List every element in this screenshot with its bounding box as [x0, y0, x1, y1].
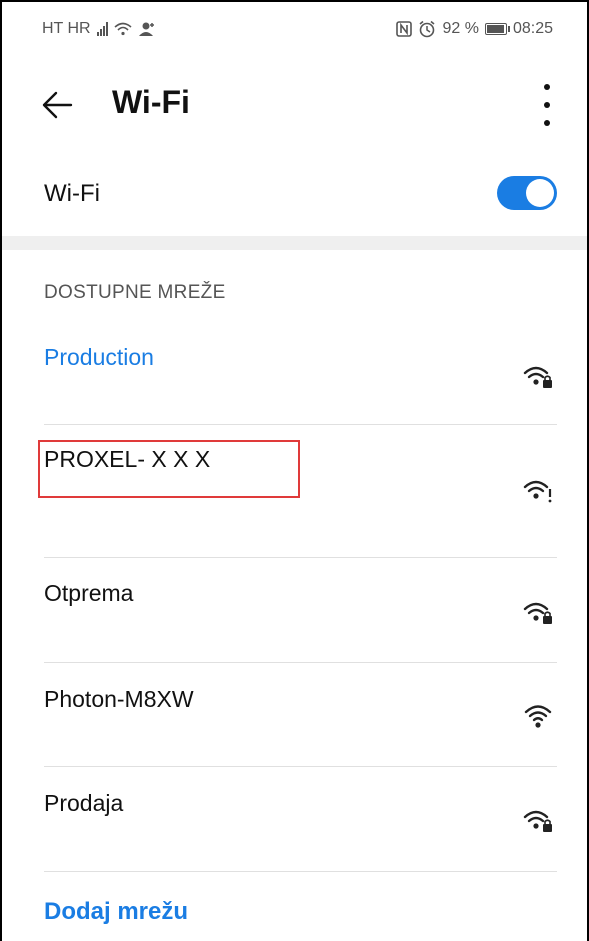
status-left: HT HR	[42, 20, 156, 38]
battery-icon	[484, 23, 510, 35]
list-divider	[44, 871, 557, 872]
wifi-toggle-switch[interactable]	[497, 176, 557, 210]
status-bar: HT HR 92 % 08:25	[2, 2, 587, 54]
network-name: Photon-M8XW	[44, 686, 194, 712]
signal-icon	[96, 22, 108, 36]
highlight-box	[38, 440, 300, 498]
wifi-lock-icon	[523, 366, 552, 388]
back-arrow-icon[interactable]	[40, 88, 74, 122]
wifi-icon	[524, 705, 552, 728]
alarm-icon	[419, 20, 435, 38]
screen: HT HR 92 % 08:25 Wi-Fi Wi-Fi DOSTUPNE MR…	[0, 0, 589, 941]
available-networks-heading: DOSTUPNE MREŽE	[44, 282, 226, 303]
network-item[interactable]: Photon-M8XW	[2, 662, 587, 767]
wifi-warning-icon	[523, 480, 552, 503]
network-name: Prodaja	[44, 790, 124, 816]
network-name: Otprema	[44, 580, 134, 606]
network-item[interactable]: Production	[2, 332, 587, 426]
hotspot-user-icon	[138, 22, 154, 36]
add-network-button[interactable]: Dodaj mrežu	[44, 898, 188, 926]
wifi-toggle-row[interactable]: Wi-Fi	[2, 152, 587, 236]
network-item[interactable]: Prodaja	[2, 766, 587, 872]
wifi-toggle-label: Wi-Fi	[44, 180, 100, 207]
app-bar: Wi-Fi	[2, 62, 587, 142]
wifi-status-icon	[114, 22, 132, 36]
wifi-lock-icon	[523, 810, 552, 832]
nfc-icon	[396, 21, 413, 37]
network-name: Production	[44, 344, 154, 370]
list-divider	[44, 424, 557, 425]
toggle-knob	[526, 179, 554, 207]
carrier-label: HT HR	[42, 20, 91, 37]
section-divider	[2, 236, 587, 250]
battery-percent: 92 %	[442, 20, 479, 37]
wifi-lock-icon	[523, 602, 552, 624]
network-item[interactable]: Otprema	[2, 558, 587, 663]
status-right: 92 % 08:25	[396, 20, 553, 38]
clock: 08:25	[512, 20, 553, 37]
more-options-icon[interactable]	[537, 84, 557, 126]
page-title: Wi-Fi	[112, 84, 190, 120]
